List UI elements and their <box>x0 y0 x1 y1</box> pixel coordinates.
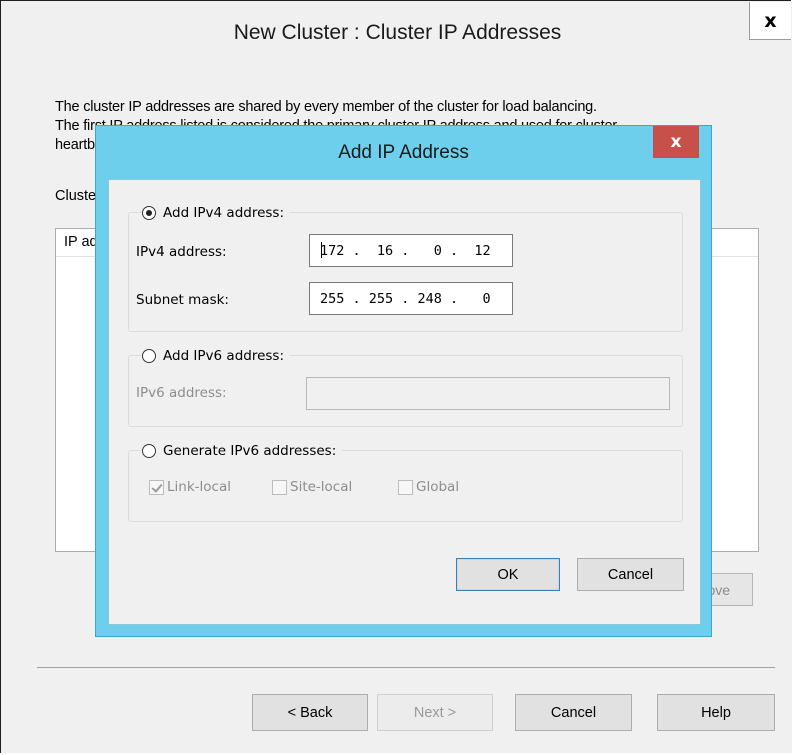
ipv6-radio[interactable] <box>142 349 156 363</box>
dialog-title: Add IP Address <box>338 142 469 163</box>
global-label: Global <box>416 479 460 495</box>
link-local-check-box[interactable] <box>149 479 164 495</box>
next-button[interactable]: Next > <box>377 694 493 731</box>
ipv4-option[interactable]: Add IPv4 address: <box>142 204 291 222</box>
site-local-label: Site-local <box>290 479 353 495</box>
ipv4-radio[interactable] <box>142 206 156 220</box>
wizard-separator <box>37 667 775 668</box>
generate-ipv6-option-label: Generate IPv6 addresses: <box>163 443 337 459</box>
wizard-title: New Cluster : Cluster IP Addresses <box>233 21 562 44</box>
subnet-mask-label: Subnet mask: <box>136 292 229 308</box>
help-button[interactable]: Help <box>657 694 775 731</box>
global-check-box[interactable] <box>398 479 413 495</box>
text-caret <box>321 242 322 258</box>
ipv6-address-label: IPv6 address: <box>136 385 227 401</box>
dialog-cancel-button[interactable]: Cancel <box>577 558 684 591</box>
generate-ipv6-radio[interactable] <box>142 444 156 458</box>
description-line: The cluster IP addresses are shared by e… <box>55 99 597 115</box>
close-icon: x <box>764 9 777 32</box>
ipv4-option-label: Add IPv4 address: <box>163 205 285 221</box>
ipv4-address-label: IPv4 address: <box>136 244 227 260</box>
back-button[interactable]: < Back <box>252 694 368 731</box>
site-local-check-box[interactable] <box>272 479 287 495</box>
close-icon: x <box>670 132 682 152</box>
ipv6-address-field[interactable] <box>306 377 670 410</box>
ipv6-option-label: Add IPv6 address: <box>163 348 285 364</box>
generate-ipv6-option[interactable]: Generate IPv6 addresses: <box>142 442 343 460</box>
link-local-checkbox[interactable]: Link-local <box>149 479 231 495</box>
global-checkbox[interactable]: Global <box>398 479 459 495</box>
wizard-close-button[interactable]: x <box>749 2 791 40</box>
site-local-checkbox[interactable]: Site-local <box>272 479 352 495</box>
link-local-label: Link-local <box>167 479 231 495</box>
wizard-cancel-button[interactable]: Cancel <box>515 694 632 731</box>
ok-button[interactable]: OK <box>456 558 560 591</box>
dialog-close-button[interactable]: x <box>653 126 699 158</box>
subnet-mask-field[interactable]: 255 . 255 . 248 . 0 <box>309 282 513 315</box>
ipv4-address-field[interactable]: 172 . 16 . 0 . 12 <box>309 234 513 267</box>
ipv6-option[interactable]: Add IPv6 address: <box>142 347 291 365</box>
